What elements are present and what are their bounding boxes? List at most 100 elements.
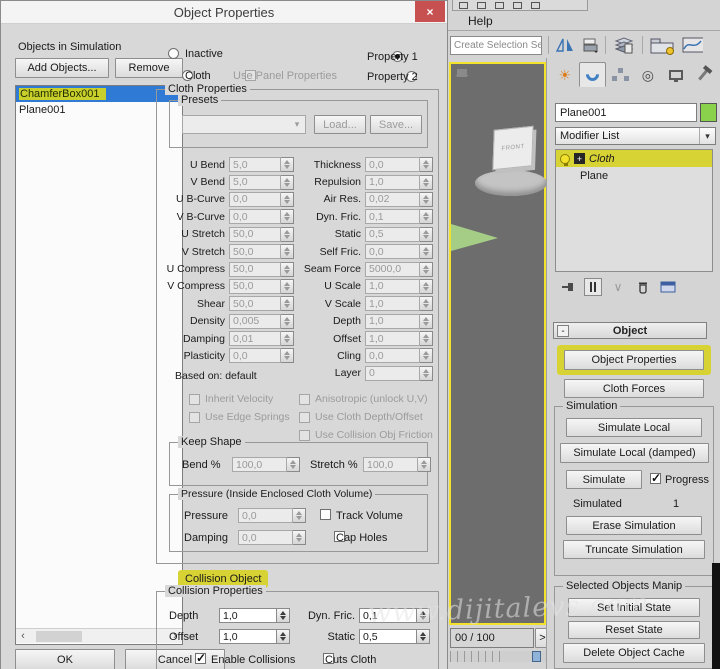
modifier-list-dropdown[interactable]: Modifier List ▾ bbox=[555, 127, 716, 145]
spinner[interactable] bbox=[420, 296, 433, 311]
param-field[interactable]: 0,0 bbox=[229, 348, 281, 363]
param-field[interactable]: 0,005 bbox=[229, 314, 281, 329]
checkbox[interactable] bbox=[299, 430, 310, 441]
checkbox[interactable] bbox=[189, 394, 200, 405]
pressure-damping-field[interactable]: 0,0 bbox=[238, 530, 293, 545]
spinner[interactable] bbox=[281, 157, 294, 172]
spinner[interactable] bbox=[420, 209, 433, 224]
curve-editor-icon[interactable] bbox=[681, 35, 703, 55]
star-icon[interactable] bbox=[513, 2, 522, 9]
scene-explorer-icon[interactable] bbox=[649, 35, 675, 55]
named-selection-set-combo[interactable]: Create Selection Se ▾ bbox=[450, 36, 542, 55]
collapse-icon[interactable]: - bbox=[557, 325, 569, 337]
object-properties-button[interactable]: Object Properties bbox=[564, 350, 704, 370]
collision-static-field[interactable]: 0,5 bbox=[359, 629, 417, 644]
param-field[interactable]: 0,0 bbox=[365, 348, 420, 363]
set-initial-state-button[interactable]: Set Initial State bbox=[568, 598, 700, 617]
param-field[interactable]: 50,0 bbox=[229, 227, 281, 242]
align-icon[interactable] bbox=[581, 37, 599, 53]
add-objects-button[interactable]: Add Objects... bbox=[15, 58, 109, 78]
collision-dyn-fric-field[interactable]: 0,1 bbox=[359, 608, 417, 623]
spinner[interactable] bbox=[420, 175, 433, 190]
track-bar-thumb[interactable] bbox=[532, 651, 541, 662]
spinner[interactable] bbox=[418, 457, 431, 472]
modifier-stack-item[interactable]: + Plane bbox=[556, 167, 712, 184]
offset-field[interactable]: 1,0 bbox=[219, 629, 277, 644]
spinner[interactable] bbox=[281, 192, 294, 207]
param-field[interactable]: 50,0 bbox=[229, 244, 281, 259]
param-field[interactable]: 5,0 bbox=[229, 175, 281, 190]
mirror-icon[interactable] bbox=[555, 36, 575, 54]
spinner[interactable] bbox=[420, 262, 433, 277]
param-field[interactable]: 0,01 bbox=[229, 331, 281, 346]
depth-field[interactable]: 1,0 bbox=[219, 608, 277, 623]
cloth-forces-button[interactable]: Cloth Forces bbox=[564, 379, 704, 398]
spinner[interactable] bbox=[420, 366, 433, 381]
remove-button[interactable]: Remove bbox=[115, 58, 183, 78]
spinner[interactable] bbox=[420, 157, 433, 172]
spinner[interactable] bbox=[281, 296, 294, 311]
scrollbar-thumb[interactable] bbox=[36, 631, 82, 642]
tab-hierarchy[interactable] bbox=[606, 62, 634, 87]
save-button[interactable]: Save... bbox=[370, 115, 422, 134]
param-field[interactable]: 0,02 bbox=[365, 192, 420, 207]
spinner[interactable] bbox=[281, 209, 294, 224]
simulate-local-button[interactable]: Simulate Local bbox=[566, 418, 702, 437]
presets-dropdown[interactable]: ▾ bbox=[182, 115, 306, 134]
layer-manager-icon[interactable] bbox=[612, 35, 636, 55]
spinner[interactable] bbox=[420, 331, 433, 346]
ok-button[interactable]: OK bbox=[15, 649, 115, 669]
erase-simulation-button[interactable]: Erase Simulation bbox=[566, 516, 702, 535]
viewcube-cube[interactable]: FRONT bbox=[492, 126, 533, 171]
modifier-stack-item[interactable]: + Cloth bbox=[556, 150, 712, 167]
viewcube[interactable]: FRONT bbox=[463, 92, 543, 172]
param-field[interactable]: 0 bbox=[365, 366, 420, 381]
param-field[interactable]: 50,0 bbox=[229, 279, 281, 294]
delete-object-cache-button[interactable]: Delete Object Cache bbox=[563, 643, 705, 663]
expand-plus-icon[interactable]: + bbox=[574, 153, 585, 164]
param-field[interactable]: 50,0 bbox=[229, 262, 281, 277]
checkbox[interactable] bbox=[189, 412, 200, 423]
spinner[interactable] bbox=[417, 629, 430, 644]
truncate-simulation-button[interactable]: Truncate Simulation bbox=[563, 540, 705, 559]
spinner[interactable] bbox=[420, 348, 433, 363]
show-end-result-icon[interactable] bbox=[584, 278, 602, 296]
spinner[interactable] bbox=[420, 314, 433, 329]
hourglass-icon[interactable] bbox=[495, 2, 504, 9]
tab-motion[interactable]: ◎ bbox=[634, 62, 662, 87]
param-field[interactable]: 1,0 bbox=[365, 331, 420, 346]
enable-collisions-checkbox[interactable] bbox=[195, 653, 206, 664]
param-field[interactable]: 1,0 bbox=[365, 175, 420, 190]
inactive-radio[interactable] bbox=[168, 48, 179, 59]
param-field[interactable]: 1,0 bbox=[365, 279, 420, 294]
tab-create[interactable]: ☀ bbox=[551, 62, 579, 87]
spinner[interactable] bbox=[281, 175, 294, 190]
tab-modify[interactable] bbox=[579, 62, 607, 87]
load-button[interactable]: Load... bbox=[314, 115, 366, 134]
viewcube-ring[interactable] bbox=[475, 170, 547, 196]
spinner[interactable] bbox=[420, 192, 433, 207]
object-name-field[interactable]: Plane001 bbox=[555, 103, 697, 122]
param-field[interactable]: 1,0 bbox=[365, 314, 420, 329]
object-rollout-header[interactable]: - Object bbox=[553, 322, 707, 339]
progress-checkbox[interactable] bbox=[650, 473, 661, 484]
param-field[interactable]: 50,0 bbox=[229, 296, 281, 311]
spinner[interactable] bbox=[277, 629, 290, 644]
make-unique-icon[interactable]: ∨ bbox=[609, 278, 627, 296]
spinner[interactable] bbox=[281, 331, 294, 346]
lightbulb-icon[interactable] bbox=[560, 154, 570, 164]
checkbox[interactable] bbox=[299, 412, 310, 423]
stretch-field[interactable]: 100,0 bbox=[363, 457, 418, 472]
checkbox[interactable] bbox=[299, 394, 310, 405]
spinner[interactable] bbox=[281, 279, 294, 294]
viewcube-home-icon[interactable] bbox=[457, 69, 467, 77]
object-color-swatch[interactable] bbox=[700, 103, 717, 122]
cloth-plane-object[interactable] bbox=[451, 224, 498, 251]
pressure-field[interactable]: 0,0 bbox=[238, 508, 293, 523]
param-field[interactable]: 0,0 bbox=[365, 157, 420, 172]
info-icon[interactable] bbox=[531, 2, 540, 9]
spinner[interactable] bbox=[281, 314, 294, 329]
spinner[interactable] bbox=[417, 608, 430, 623]
param-field[interactable]: 1,0 bbox=[365, 296, 420, 311]
configure-modifier-sets-icon[interactable] bbox=[659, 278, 677, 296]
